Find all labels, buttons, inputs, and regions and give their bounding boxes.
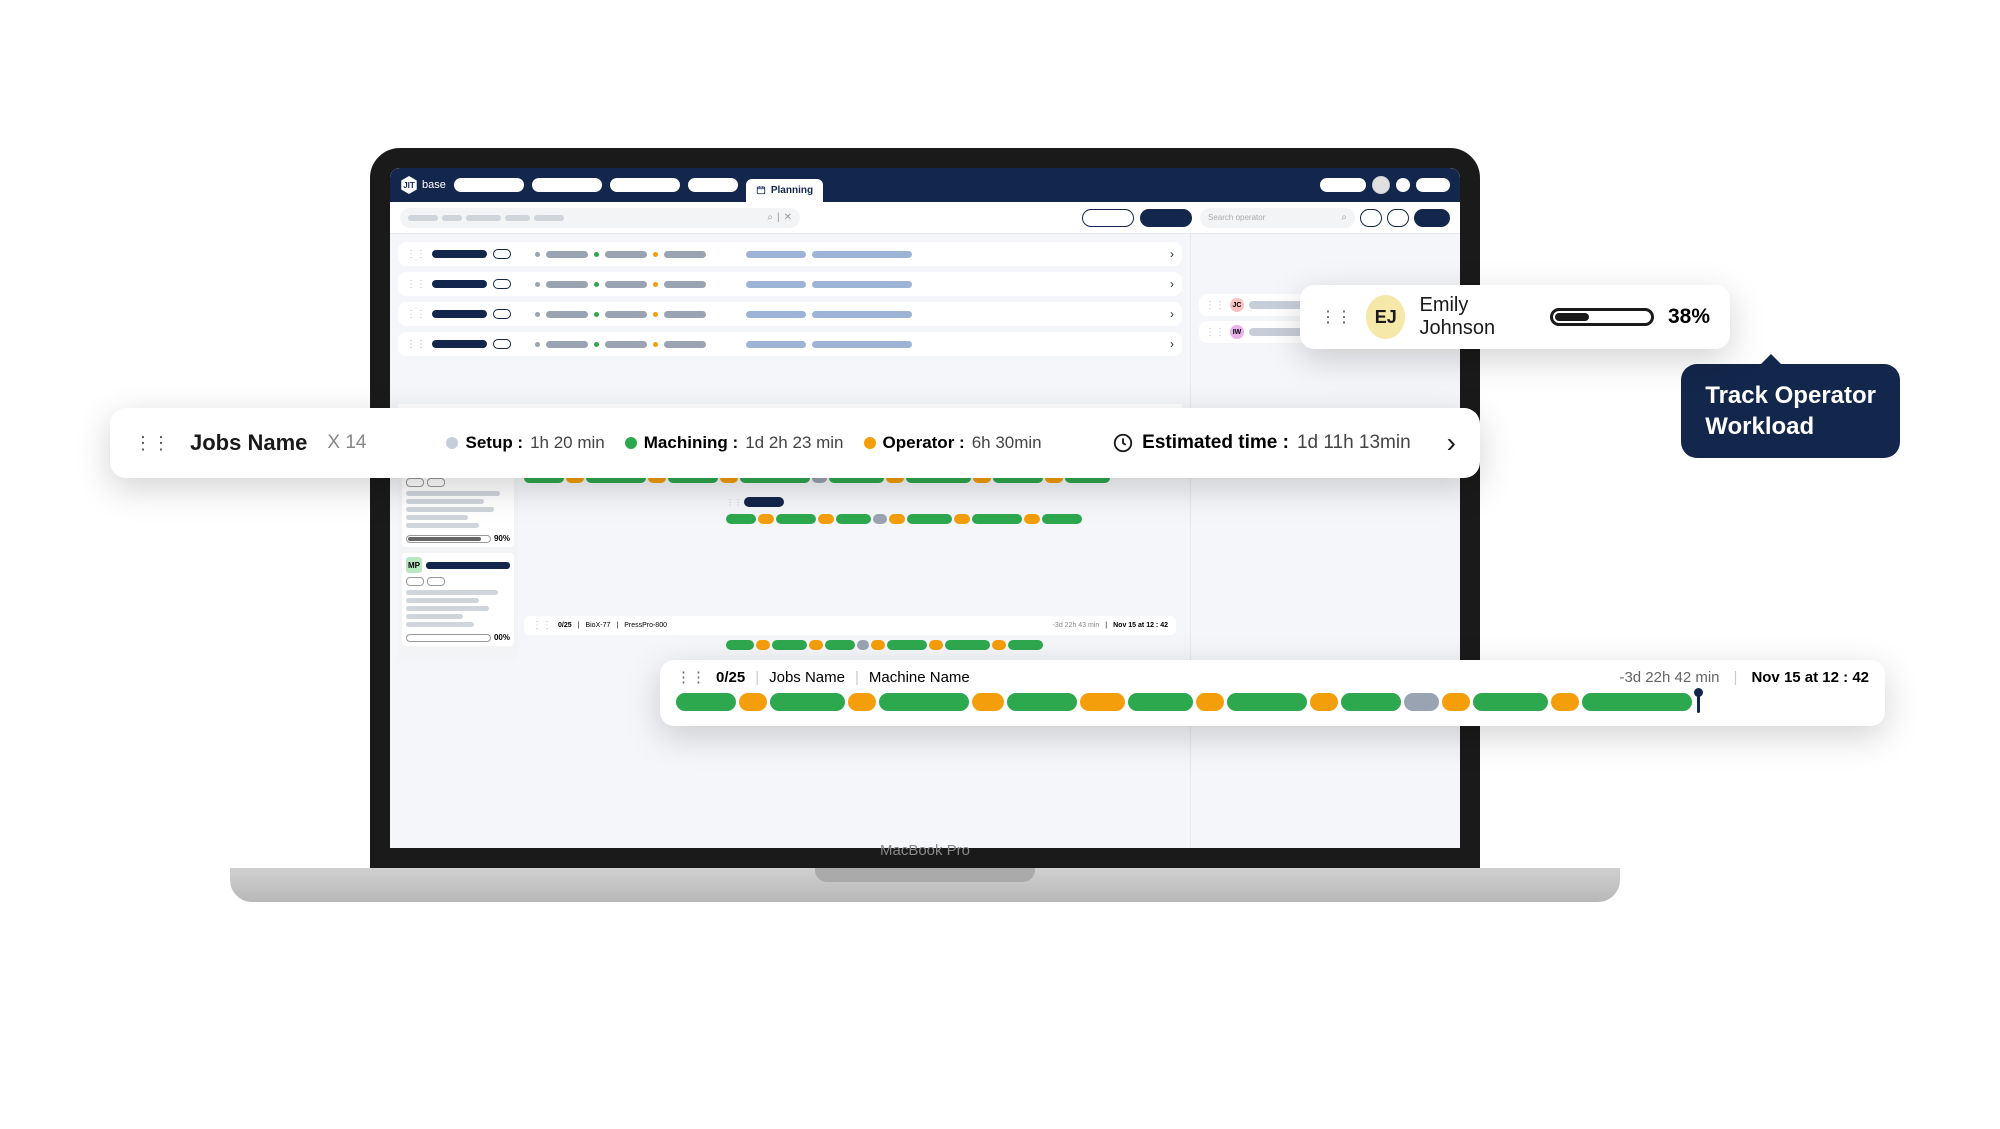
- gantt-tracks[interactable]: ⋮⋮ ⋮⋮ ⋮⋮ 0/25|BioX-77|PressPro-800 -3d 2…: [518, 450, 1182, 659]
- toolbar-button-outline[interactable]: [1082, 209, 1134, 227]
- toolbar-chip[interactable]: [1360, 209, 1382, 227]
- gantt-area: EJ 90% MP: [398, 450, 1182, 659]
- toolbar-chip[interactable]: [1387, 209, 1409, 227]
- job-detail-card[interactable]: ⋮⋮ Jobs Name X 14 Setup : 1h 20 min Mach…: [110, 408, 1480, 478]
- toolbar-button-solid[interactable]: [1414, 209, 1450, 227]
- chevron-right-icon[interactable]: ›: [1170, 337, 1174, 351]
- search-icon[interactable]: ⌕: [767, 212, 773, 223]
- header-dot[interactable]: [1396, 178, 1410, 192]
- workload-progress: [1550, 308, 1654, 326]
- stat-operator: Operator : 6h 30min: [864, 433, 1042, 453]
- header-right: [1320, 176, 1450, 194]
- stat-machining: Machining : 1d 2h 23 min: [625, 433, 844, 453]
- timeline-header: ⋮⋮ 0/25 | Jobs Name | Machine Name -3d 2…: [676, 668, 1869, 686]
- operator-workload-card[interactable]: ⋮⋮ EJ Emily Johnson 38%: [1300, 285, 1730, 349]
- job-row[interactable]: ⋮⋮ ›: [398, 242, 1182, 266]
- grip-icon[interactable]: ⋮⋮: [1320, 307, 1352, 327]
- user-avatar[interactable]: [1372, 176, 1390, 194]
- operator-card[interactable]: MP 00%: [402, 553, 514, 646]
- clear-icon[interactable]: ✕: [784, 212, 792, 223]
- job-title: Jobs Name: [190, 430, 307, 456]
- laptop-screen: JIT base Planning: [370, 148, 1480, 868]
- laptop-frame: JIT base Planning: [370, 148, 1480, 902]
- logo-hexagon-icon: JIT: [400, 176, 418, 194]
- stat-estimated: Estimated time : 1d 11h 13min: [1112, 432, 1411, 454]
- grip-icon[interactable]: ⋮⋮: [134, 433, 170, 454]
- eta-delta: -3d 22h 42 min: [1619, 669, 1719, 686]
- job-row[interactable]: ⋮⋮ ›: [398, 302, 1182, 326]
- search-jobs[interactable]: ⌕|✕: [400, 208, 800, 228]
- laptop-base: MacBook Pro: [230, 868, 1620, 902]
- toolbar-button-solid[interactable]: [1140, 209, 1192, 227]
- grip-icon[interactable]: ⋮⋮: [406, 279, 426, 290]
- header-pill[interactable]: [1416, 178, 1450, 192]
- grip-icon[interactable]: ⋮⋮: [676, 668, 706, 686]
- nav-item[interactable]: [688, 178, 738, 192]
- app-root: JIT base Planning: [390, 168, 1460, 848]
- job-list: ⋮⋮ › ⋮⋮: [398, 242, 1182, 356]
- chevron-right-icon[interactable]: ›: [1447, 427, 1456, 459]
- job-row[interactable]: ⋮⋮ ›: [398, 332, 1182, 356]
- operator-name: Emily Johnson: [1419, 294, 1536, 340]
- brand-logo[interactable]: JIT base: [400, 176, 446, 194]
- job-row[interactable]: ⋮⋮ ›: [398, 272, 1182, 296]
- dot-icon: [446, 437, 458, 449]
- chevron-right-icon[interactable]: ›: [1170, 307, 1174, 321]
- chevron-right-icon[interactable]: ›: [1170, 277, 1174, 291]
- app-header: JIT base Planning: [390, 168, 1460, 202]
- search-icon[interactable]: ⌕: [1341, 212, 1347, 223]
- search-controls: ⌕|✕: [767, 212, 792, 223]
- laptop-model-label: MacBook Pro: [880, 842, 970, 859]
- eta-date: Nov 15 at 12 : 42: [1751, 669, 1869, 686]
- calendar-icon: [756, 185, 766, 195]
- grip-icon[interactable]: ⋮⋮: [406, 339, 426, 350]
- clock-icon: [1112, 432, 1134, 454]
- operator-avatar: EJ: [1366, 295, 1405, 339]
- nav-tab-label: Planning: [771, 185, 813, 196]
- stat-setup: Setup : 1h 20 min: [446, 433, 604, 453]
- nav-item[interactable]: [454, 178, 524, 192]
- workload-percent: 38%: [1668, 305, 1710, 329]
- gantt-sidebar: EJ 90% MP: [398, 450, 518, 659]
- operator-avatar: MP: [406, 557, 422, 573]
- header-pill[interactable]: [1320, 178, 1366, 192]
- job-name: Jobs Name: [769, 669, 845, 686]
- dot-icon: [625, 437, 637, 449]
- grip-icon[interactable]: ⋮⋮: [406, 309, 426, 320]
- job-progress-count: 0/25: [716, 669, 745, 686]
- grip-icon[interactable]: ⋮⋮: [406, 249, 426, 260]
- nav-tab-planning[interactable]: Planning: [746, 179, 823, 202]
- nav-item[interactable]: [532, 178, 602, 192]
- chevron-right-icon[interactable]: ›: [1170, 247, 1174, 261]
- nav-item[interactable]: [610, 178, 680, 192]
- now-marker-icon: [1697, 691, 1700, 713]
- timeline-segments[interactable]: [676, 692, 1869, 712]
- left-pane: ⋮⋮ › ⋮⋮: [390, 234, 1190, 848]
- dot-icon: [864, 437, 876, 449]
- machine-name: Machine Name: [869, 669, 970, 686]
- tooltip-callout: Track Operator Workload: [1681, 364, 1900, 458]
- toolbar-main: ⌕|✕ Search operator ⌕: [390, 202, 1460, 234]
- search-operators[interactable]: Search operator ⌕: [1200, 208, 1355, 228]
- brand-text: base: [422, 179, 446, 191]
- job-multiplier: X 14: [327, 432, 366, 454]
- job-timeline-card[interactable]: ⋮⋮ 0/25 | Jobs Name | Machine Name -3d 2…: [660, 660, 1885, 726]
- timeline-row-bg[interactable]: ⋮⋮ 0/25|BioX-77|PressPro-800 -3d 22h 43 …: [524, 616, 1176, 635]
